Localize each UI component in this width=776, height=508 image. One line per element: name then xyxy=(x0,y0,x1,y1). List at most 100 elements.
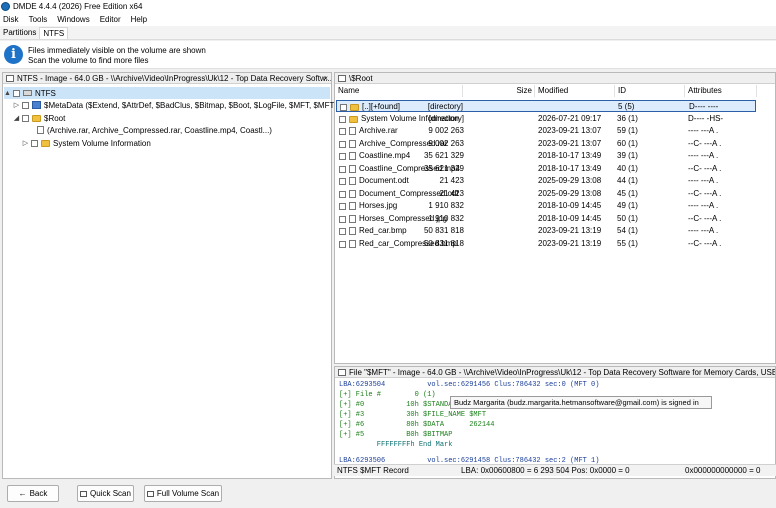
tab-bar: Partitions NTFS xyxy=(0,26,776,40)
file-attributes: --C- ---A . xyxy=(688,239,722,248)
row-checkbox[interactable] xyxy=(340,103,347,111)
record-line: LBA:6293504 vol.sec:6291456 Clus:786432 … xyxy=(339,381,600,389)
close-pane-icon[interactable]: × xyxy=(323,74,328,83)
file-id: 5 (5) xyxy=(618,102,635,111)
file-modified: 2018-10-09 14:45 xyxy=(538,201,602,210)
menu-tools[interactable]: Tools xyxy=(29,15,48,24)
expand-icon[interactable]: ▷ xyxy=(13,101,20,109)
tab-ntfs[interactable]: NTFS xyxy=(39,27,69,39)
file-name: [..][+found] xyxy=(362,102,401,111)
tree-item-files[interactable]: (Archive.rar, Archive_Compressed.rar, Co… xyxy=(37,124,272,136)
file-list-path: \$Root xyxy=(349,73,373,83)
row-checkbox[interactable] xyxy=(339,115,346,123)
file-row[interactable]: [..][+found] [directory] 5 (5) D---- ---… xyxy=(336,100,756,112)
tree-checkbox[interactable] xyxy=(13,89,20,97)
info-banner: i Files immediately visible on the volum… xyxy=(0,41,776,69)
mft-record-header: File "$MFT" - Image - 64.0 GB - \\Archiv… xyxy=(335,367,775,378)
file-icon xyxy=(349,202,356,210)
full-volume-scan-button[interactable]: Full Volume Scan xyxy=(144,485,222,502)
file-icon xyxy=(349,190,356,198)
mft-record-pane: File "$MFT" - Image - 64.0 GB - \\Archiv… xyxy=(334,366,776,479)
file-modified: 2025-09-29 13:08 xyxy=(538,189,602,198)
folder-tree-header: NTFS - Image - 64.0 GB - \\Archive\Video… xyxy=(3,73,331,84)
folder-icon xyxy=(41,139,50,147)
row-checkbox[interactable] xyxy=(339,152,346,160)
menu-help[interactable]: Help xyxy=(131,15,147,24)
info-line-1: Files immediately visible on the volume … xyxy=(28,46,206,55)
file-id: 36 (1) xyxy=(617,114,638,123)
menu-windows[interactable]: Windows xyxy=(57,15,89,24)
file-row[interactable]: Document.odt 21 423 2025-09-29 13:08 44 … xyxy=(336,175,756,187)
record-line[interactable]: [+] #0 10h $STANDA xyxy=(339,401,452,409)
row-checkbox[interactable] xyxy=(339,215,346,223)
file-row[interactable]: Archive_Compressed.rar 9 002 263 2023-09… xyxy=(336,138,756,150)
row-checkbox[interactable] xyxy=(339,165,346,173)
file-size: 1 910 832 xyxy=(428,214,464,223)
tree-item-system-volume-information[interactable]: ▷ System Volume Information xyxy=(22,137,151,149)
expand-icon[interactable]: ▷ xyxy=(22,139,29,147)
file-modified: 2018-10-17 13:49 xyxy=(538,151,602,160)
file-id: 55 (1) xyxy=(617,239,638,248)
file-attributes: ---- ---A . xyxy=(688,201,719,210)
row-checkbox[interactable] xyxy=(339,140,346,148)
quick-scan-label: Quick Scan xyxy=(90,489,131,498)
tree-checkbox[interactable] xyxy=(22,114,29,122)
file-size: 21 423 xyxy=(439,176,464,185)
record-line[interactable]: [+] #6 80h $DATA 262144 xyxy=(339,421,494,429)
file-row[interactable]: Red_car.bmp 50 831 818 2023-09-21 13:19 … xyxy=(336,225,756,237)
menu-editor[interactable]: Editor xyxy=(100,15,121,24)
tree-item-ntfs[interactable]: ▲ NTFS xyxy=(4,87,330,99)
tree-item-root[interactable]: ◢ $Root xyxy=(13,112,66,124)
title-bar: DMDE 4.4.4 (2026) Free Edition x64 xyxy=(0,0,776,13)
file-name: Red_car.bmp xyxy=(359,226,407,235)
folder-icon xyxy=(32,114,41,122)
file-row[interactable]: Horses_Compressed.jpg 1 910 832 2018-10-… xyxy=(336,213,756,225)
column-size[interactable]: Size xyxy=(463,85,535,97)
file-size: 21 423 xyxy=(439,189,464,198)
column-id[interactable]: ID xyxy=(615,85,685,97)
file-row[interactable]: Document_Compressed.odt 21 423 2025-09-2… xyxy=(336,188,756,200)
collapse-icon[interactable]: ◢ xyxy=(13,114,20,122)
file-modified: 2023-09-21 13:07 xyxy=(538,126,602,135)
collapse-icon[interactable]: ▲ xyxy=(4,90,11,97)
file-icon xyxy=(349,215,356,223)
file-modified: 2026-07-21 09:17 xyxy=(538,114,602,123)
file-id: 44 (1) xyxy=(617,176,638,185)
tree-checkbox[interactable] xyxy=(31,139,38,147)
file-id: 39 (1) xyxy=(617,151,638,160)
back-button[interactable]: ← Back xyxy=(7,485,59,502)
file-list-header: \$Root xyxy=(335,73,775,84)
row-checkbox[interactable] xyxy=(339,227,346,235)
file-row[interactable]: Coastline.mp4 35 621 329 2018-10-17 13:4… xyxy=(336,150,756,162)
row-checkbox[interactable] xyxy=(339,127,346,135)
column-name[interactable]: Name xyxy=(335,85,463,97)
record-line[interactable]: [+] File # 0 (1) xyxy=(339,391,436,399)
tab-partitions[interactable]: Partitions xyxy=(0,27,39,39)
tree-checkbox[interactable] xyxy=(22,101,29,109)
menu-disk[interactable]: Disk xyxy=(3,15,19,24)
tree-item-label: $MetaData ($Extend, $AttrDef, $BadClus, … xyxy=(44,100,353,110)
file-row[interactable]: Red_car_Compressed.bmp 50 831 818 2023-0… xyxy=(336,238,756,250)
tree-item-metadata[interactable]: ▷ $MetaData ($Extend, $AttrDef, $BadClus… xyxy=(13,99,352,111)
file-size: 9 002 263 xyxy=(428,139,464,148)
column-attributes[interactable]: Attributes xyxy=(685,85,757,97)
file-modified: 2023-09-21 13:19 xyxy=(538,226,602,235)
record-line[interactable]: [+] #3 30h $FILE_NAME $MFT xyxy=(339,411,486,419)
row-checkbox[interactable] xyxy=(339,190,346,198)
file-row[interactable]: System Volume Information [directory] 20… xyxy=(336,113,756,125)
file-row[interactable]: Horses.jpg 1 910 832 2018-10-09 14:45 49… xyxy=(336,200,756,212)
signed-in-tooltip: Budz Margarita (budz.margarita.hetmansof… xyxy=(450,396,712,409)
info-icon: i xyxy=(4,45,23,64)
file-row[interactable]: Archive.rar 9 002 263 2023-09-21 13:07 5… xyxy=(336,125,756,137)
row-checkbox[interactable] xyxy=(339,202,346,210)
column-modified[interactable]: Modified xyxy=(535,85,615,97)
quick-scan-button[interactable]: Quick Scan xyxy=(77,485,134,502)
record-line[interactable]: [+] #5 B0h $BITMAP xyxy=(339,431,452,439)
file-name: Coastline.mp4 xyxy=(359,151,411,160)
row-checkbox[interactable] xyxy=(339,240,346,248)
file-icon xyxy=(349,227,356,235)
file-icon xyxy=(349,140,356,148)
file-size: 9 002 263 xyxy=(428,126,464,135)
row-checkbox[interactable] xyxy=(339,177,346,185)
file-row[interactable]: Coastline_Compressed.mp4 35 621 329 2018… xyxy=(336,163,756,175)
